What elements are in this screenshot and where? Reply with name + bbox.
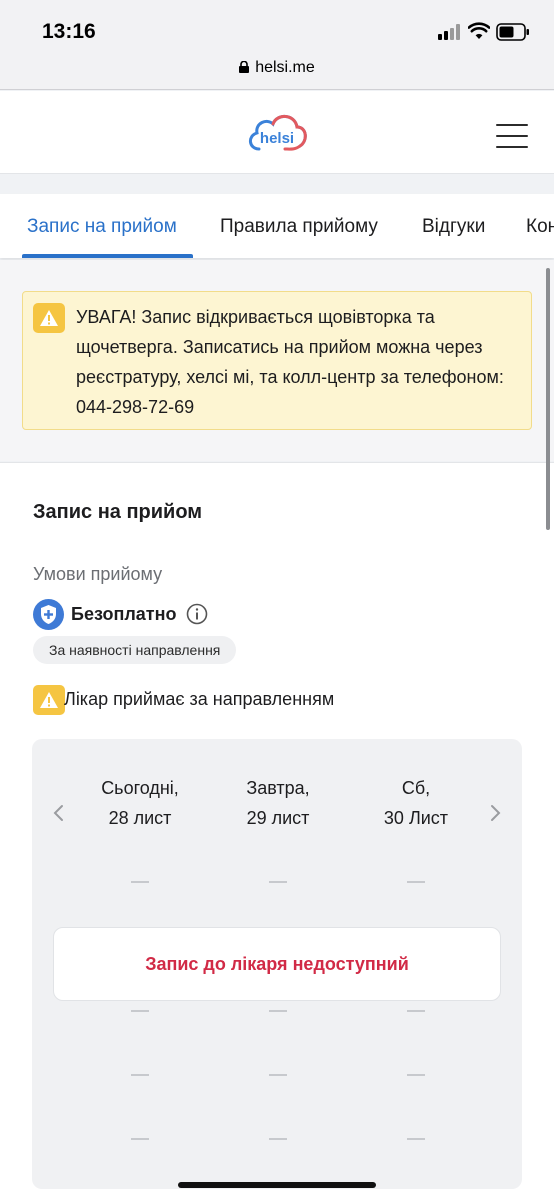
day-column-header[interactable]: Сьогодні, 28 лист <box>70 773 210 833</box>
empty-slot <box>131 1074 149 1076</box>
lock-icon <box>239 61 250 73</box>
notice-text: УВАГА! Запис відкривається щовівторка та… <box>76 307 504 417</box>
tab-rules[interactable]: Правила прийому <box>220 216 378 238</box>
day-column-header[interactable]: Сб, 30 Лист <box>346 773 486 833</box>
battery-icon <box>496 23 529 41</box>
url-domain: helsi.me <box>255 59 315 76</box>
chevron-left-icon[interactable] <box>51 803 65 823</box>
schedule-grid: Сьогодні, 28 лист Завтра, 29 лист Сб, 30… <box>32 739 522 1189</box>
referral-chip: За наявності направлення <box>33 636 237 664</box>
booking-unavailable-message: Запис до лікаря недоступний <box>53 927 501 1001</box>
tab-contacts[interactable]: Кон <box>526 216 554 238</box>
price-label: Безоплатно <box>71 604 177 624</box>
wifi-icon <box>468 22 490 39</box>
tab-reviews[interactable]: Відгуки <box>422 216 485 238</box>
header-gap <box>0 175 554 193</box>
empty-slot <box>407 1138 425 1140</box>
section-title: Запис на прийом <box>33 501 203 523</box>
referral-note: Лікар приймає за направленням <box>64 689 335 709</box>
day-column-header[interactable]: Завтра, 29 лист <box>208 773 348 833</box>
info-icon[interactable] <box>186 603 208 625</box>
empty-slot <box>269 881 287 883</box>
empty-slot <box>407 881 425 883</box>
shield-plus-icon <box>33 599 64 630</box>
scrollbar[interactable] <box>546 268 550 530</box>
empty-slot <box>131 881 149 883</box>
warning-icon <box>33 685 65 715</box>
status-bar: 13:16 <box>0 0 554 56</box>
conditions-label: Умови прийому <box>33 564 163 584</box>
empty-slot <box>407 1010 425 1012</box>
cellular-signal-icon <box>438 24 460 40</box>
site-header: helsi <box>0 91 554 174</box>
chevron-right-icon[interactable] <box>489 803 503 823</box>
warning-icon <box>33 303 65 333</box>
empty-slot <box>407 1074 425 1076</box>
active-tab-indicator <box>22 254 193 258</box>
helsi-logo[interactable]: helsi <box>245 109 309 155</box>
empty-slot <box>269 1010 287 1012</box>
empty-slot <box>131 1010 149 1012</box>
logo-text: helsi <box>260 130 294 147</box>
status-time: 13:16 <box>42 20 96 43</box>
notice-section: УВАГА! Запис відкривається щовівторка та… <box>0 260 554 461</box>
doctor-tabs: Запис на прийом Правила прийому Відгуки … <box>0 194 554 258</box>
menu-button[interactable] <box>496 124 528 148</box>
tab-appointment[interactable]: Запис на прийом <box>27 216 177 238</box>
empty-slot <box>269 1138 287 1140</box>
appointment-card: Запис на прийом Умови прийому Безоплатно… <box>0 462 554 1200</box>
home-indicator[interactable] <box>178 1182 376 1188</box>
empty-slot <box>131 1138 149 1140</box>
empty-slot <box>269 1074 287 1076</box>
browser-url-bar[interactable]: helsi.me <box>0 56 554 90</box>
notice-box: УВАГА! Запис відкривається щовівторка та… <box>22 291 532 430</box>
